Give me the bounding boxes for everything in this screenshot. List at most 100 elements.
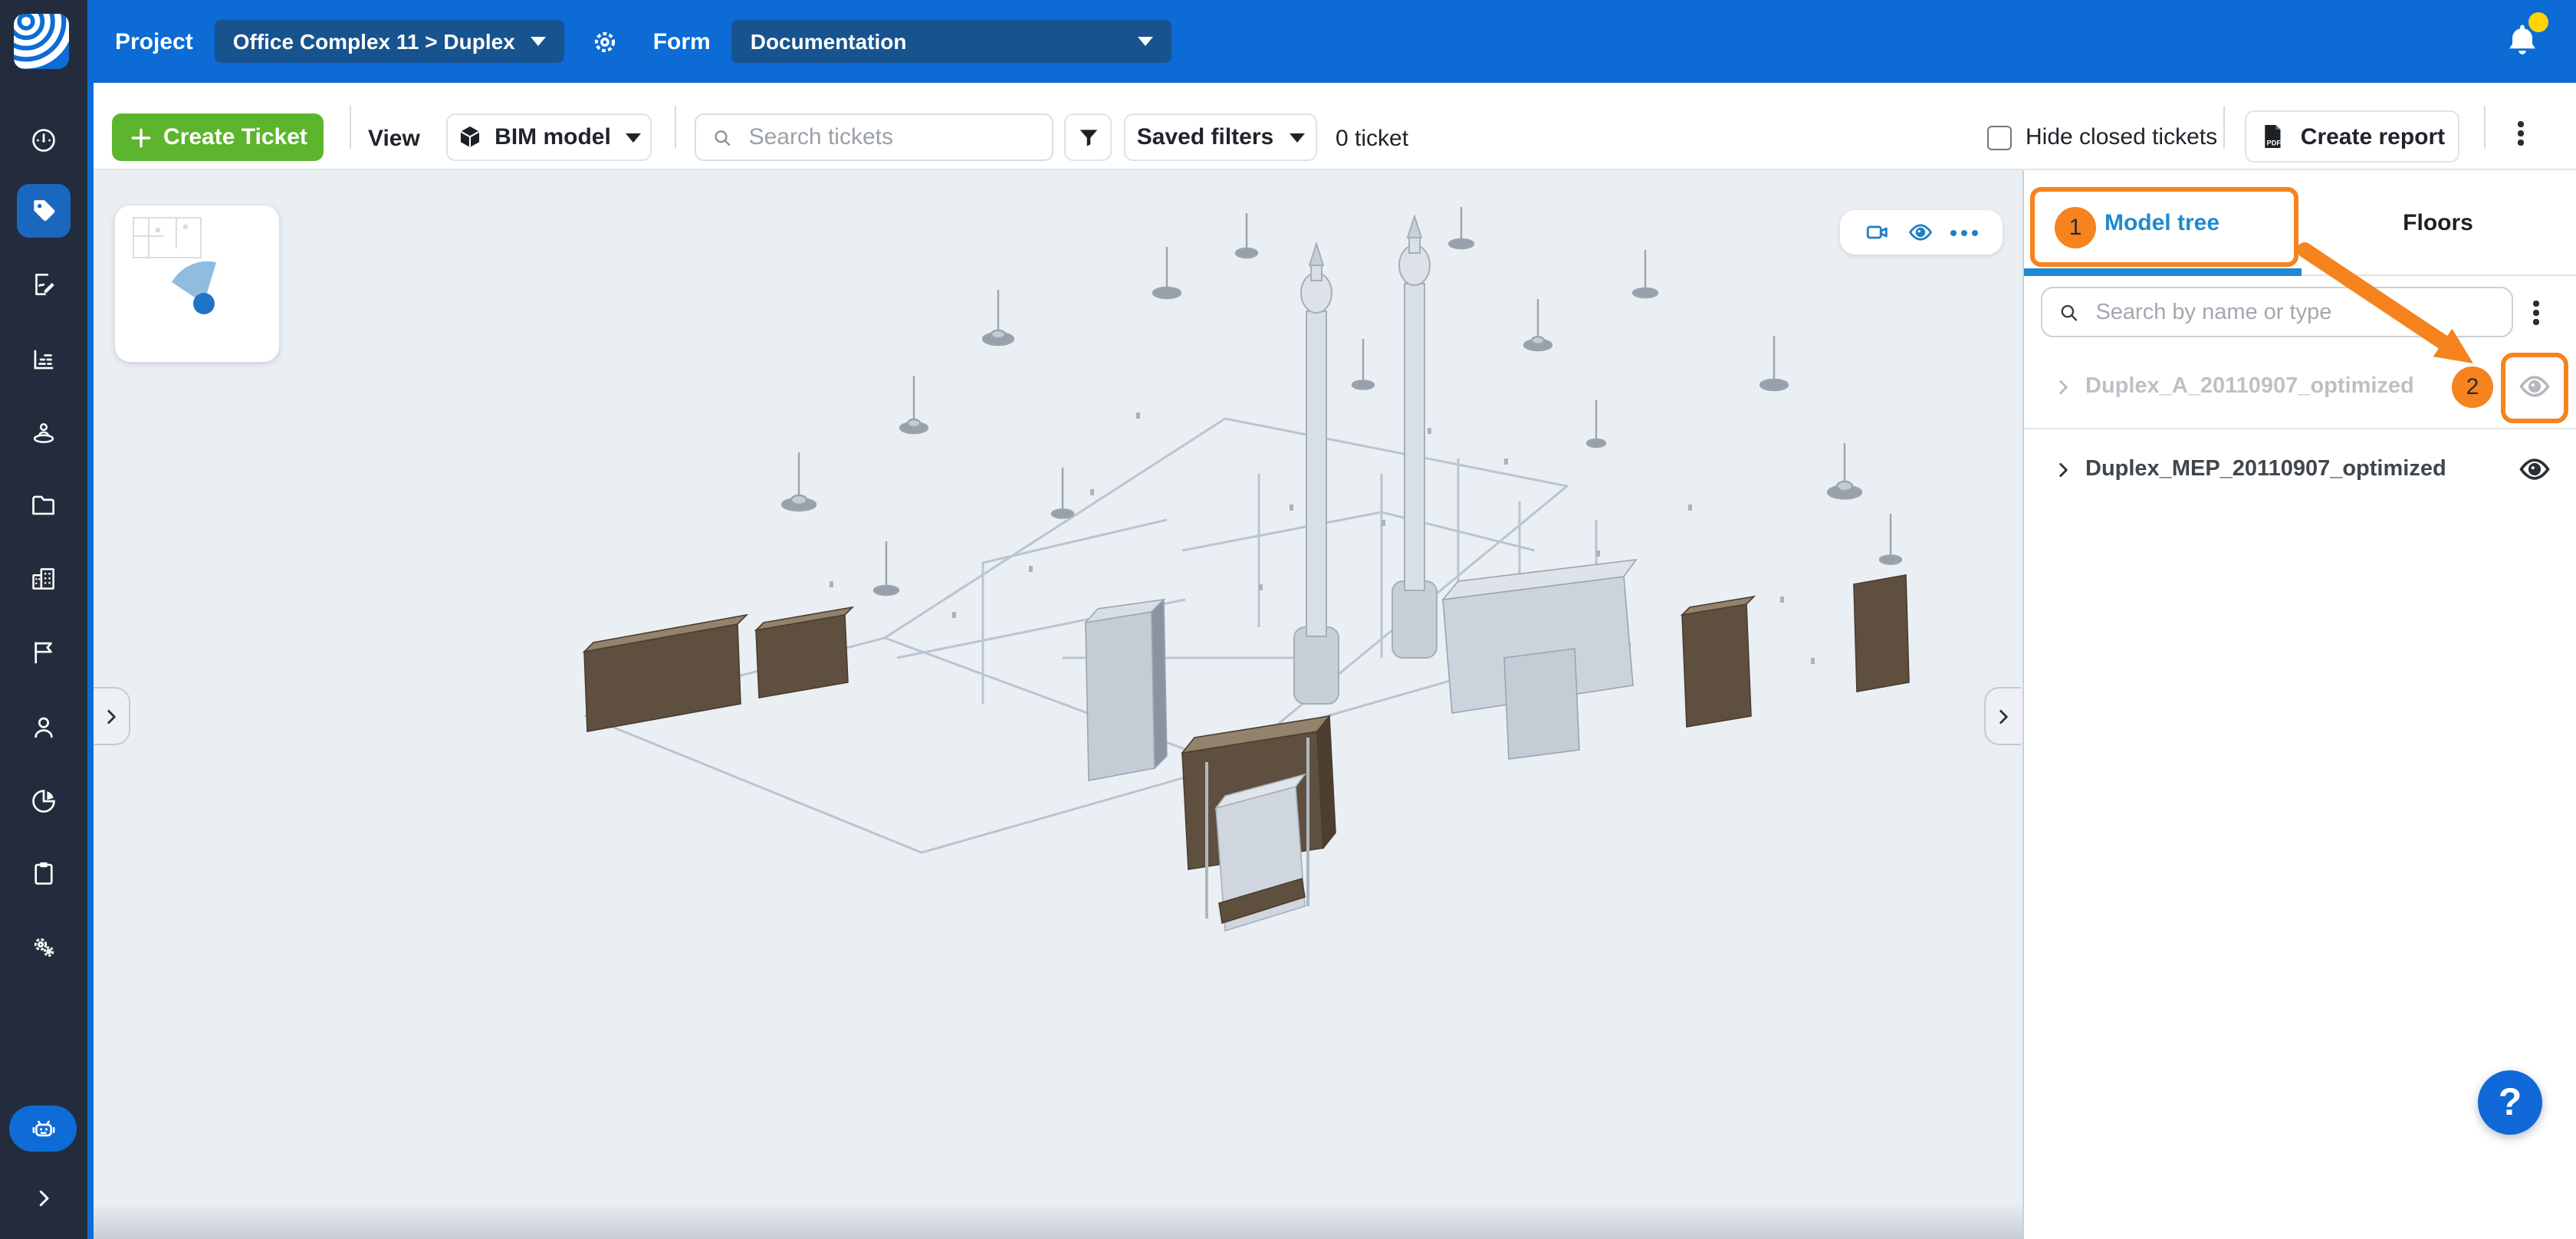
panel-tabs: Model tree Floors	[2024, 170, 2576, 276]
chevron-right-icon	[101, 706, 121, 726]
app-logo[interactable]	[14, 14, 69, 69]
top-bar: Project Office Complex 11 > Duplex Form …	[87, 0, 2576, 83]
project-label: Project	[115, 28, 193, 54]
project-select-value: Office Complex 11 > Duplex	[233, 29, 515, 54]
right-panel-collapse-handle[interactable]	[1984, 687, 2021, 745]
robot-icon	[27, 1112, 59, 1145]
sidebar-item-site[interactable]	[17, 406, 71, 460]
hide-closed-checkbox[interactable]	[1987, 125, 2012, 150]
flag-icon	[29, 638, 58, 667]
sidebar-item-projects[interactable]	[17, 552, 71, 606]
view-label: View	[368, 126, 420, 152]
tag-icon	[29, 196, 58, 225]
person-icon	[29, 713, 58, 742]
sidebar-accent-rail	[87, 0, 94, 1239]
search-icon	[2058, 300, 2080, 324]
sidebar-item-settings[interactable]	[17, 920, 71, 974]
tickets-toolbar: Create Ticket View BIM model Saved filte…	[87, 83, 2576, 170]
person-location-icon	[29, 419, 58, 448]
left-panel-expand-handle[interactable]	[94, 687, 130, 745]
toolbar-divider	[2223, 106, 2225, 149]
form-select-value: Documentation	[751, 29, 1123, 54]
folder-icon	[29, 491, 58, 520]
create-report-button[interactable]: PDF Create report	[2245, 110, 2459, 163]
toolbar-divider	[350, 106, 351, 149]
gear-icon	[590, 27, 619, 56]
tree-row-duplex-a[interactable]: Duplex_A_20110907_optimized	[2024, 345, 2576, 428]
toolbar-more-button[interactable]	[2510, 118, 2532, 149]
minimap-content	[115, 205, 279, 362]
sidebar-item-tasks[interactable]	[17, 846, 71, 900]
buildings-icon	[29, 564, 58, 593]
expand-chevron-icon[interactable]	[2053, 459, 2073, 479]
create-ticket-label: Create Ticket	[163, 124, 307, 150]
sidebar-item-analytics[interactable]	[17, 774, 71, 828]
search-icon	[711, 125, 734, 150]
notifications-button[interactable]	[2502, 20, 2542, 63]
view-mode-select[interactable]: BIM model	[446, 113, 652, 161]
chevron-down-icon	[531, 37, 546, 46]
camera-view-button[interactable]	[1864, 219, 1890, 245]
chevron-down-icon	[626, 133, 642, 142]
visibility-toggle-hidden[interactable]	[2518, 370, 2551, 403]
tree-options-button[interactable]	[2525, 296, 2547, 330]
app-window: Project Office Complex 11 > Duplex Form …	[0, 0, 2576, 1239]
chevron-right-icon	[31, 1186, 54, 1209]
saved-filters-label: Saved filters	[1137, 124, 1273, 150]
tab-model-tree-label: Model tree	[2104, 209, 2220, 235]
expand-chevron-icon[interactable]	[2053, 376, 2073, 396]
pie-chart-icon	[29, 787, 58, 816]
visibility-button[interactable]	[1907, 219, 1934, 245]
minimap-thumbnail[interactable]	[115, 205, 279, 362]
funnel-icon	[1076, 125, 1100, 150]
ticket-search	[695, 113, 1053, 161]
tree-item-label: Duplex_MEP_20110907_optimized	[2085, 457, 2576, 481]
project-settings-button[interactable]	[590, 27, 619, 56]
form-label: Form	[653, 28, 711, 54]
sidebar-item-dashboard[interactable]	[17, 113, 71, 167]
tab-floors-label: Floors	[2403, 209, 2473, 235]
chevron-right-icon	[1993, 706, 2013, 726]
left-sidebar	[0, 0, 87, 1239]
ticket-search-input[interactable]	[746, 123, 1037, 152]
sidebar-item-documents[interactable]	[17, 478, 71, 532]
help-label: ?	[2499, 1080, 2522, 1125]
tree-row-duplex-mep[interactable]: Duplex_MEP_20110907_optimized	[2024, 429, 2576, 509]
saved-filters-select[interactable]: Saved filters	[1124, 113, 1317, 161]
dashboard-icon	[29, 126, 58, 155]
sidebar-item-users[interactable]	[17, 701, 71, 754]
model-search-input[interactable]	[2092, 298, 2496, 326]
camera-position-dot	[193, 293, 215, 314]
sidebar-item-reports[interactable]	[17, 333, 71, 386]
viewer-canvas[interactable]	[94, 170, 2022, 1239]
plus-icon	[128, 125, 153, 150]
assistant-button[interactable]	[9, 1106, 77, 1152]
view-more-button[interactable]	[1951, 229, 1979, 235]
pdf-icon-label: PDF	[2267, 139, 2282, 146]
model-search	[2041, 287, 2513, 337]
toolbar-divider	[2484, 106, 2486, 149]
gears-icon	[29, 932, 58, 961]
cube-icon	[456, 124, 482, 150]
filter-button[interactable]	[1064, 113, 1112, 161]
chart-icon	[29, 345, 58, 374]
sidebar-expand-button[interactable]	[26, 1178, 60, 1218]
document-pen-icon	[29, 270, 58, 299]
sidebar-item-tickets[interactable]	[17, 184, 71, 238]
sidebar-item-forms[interactable]	[17, 258, 71, 311]
create-report-label: Create report	[2301, 123, 2445, 150]
hide-closed-toggle[interactable]: Hide closed tickets	[1987, 124, 2217, 150]
help-button[interactable]: ?	[2478, 1070, 2542, 1135]
tab-floors[interactable]: Floors	[2300, 170, 2576, 274]
visibility-toggle-visible[interactable]	[2518, 452, 2551, 486]
hide-closed-label: Hide closed tickets	[2026, 124, 2217, 150]
project-select[interactable]: Office Complex 11 > Duplex	[215, 20, 564, 63]
form-select[interactable]: Documentation	[732, 20, 1172, 63]
clipboard-icon	[29, 859, 58, 888]
pdf-file-icon: PDF	[2259, 123, 2287, 150]
toolbar-divider	[675, 106, 676, 149]
sidebar-item-milestones[interactable]	[17, 626, 71, 679]
tab-model-tree[interactable]: Model tree	[2024, 170, 2300, 274]
chevron-down-icon	[1289, 133, 1304, 142]
create-ticket-button[interactable]: Create Ticket	[112, 113, 324, 161]
